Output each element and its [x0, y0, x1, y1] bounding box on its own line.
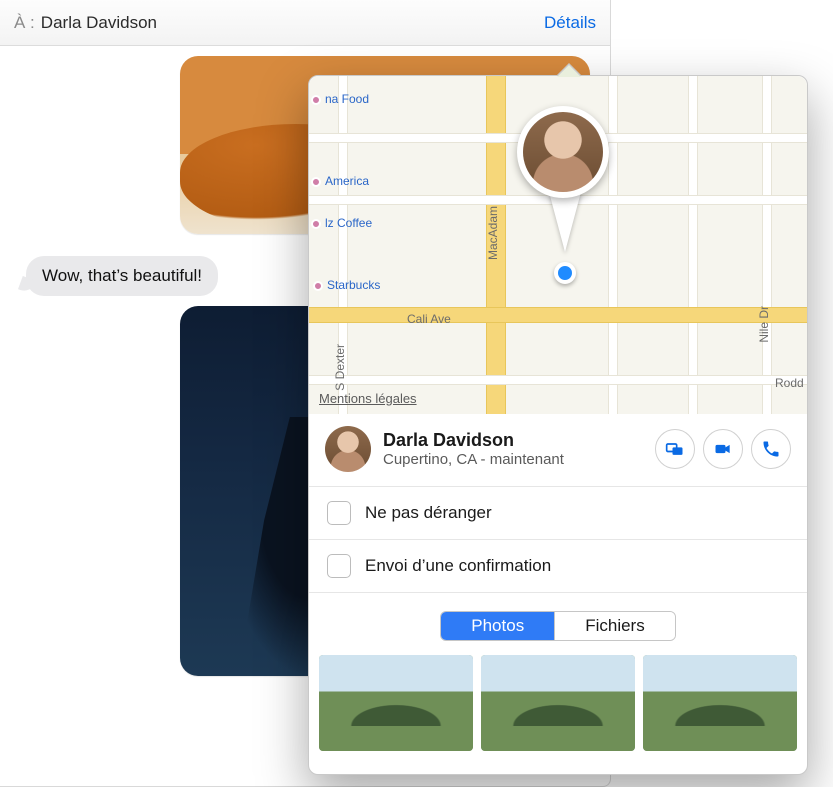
- conversation-header: À : Darla Davidson Détails: [0, 0, 610, 46]
- map-street-rodd: Rodd: [775, 376, 804, 390]
- screens-icon: [665, 439, 685, 459]
- photo-thumb-2[interactable]: [481, 655, 635, 751]
- screen-share-button[interactable]: [655, 429, 695, 469]
- map-poi-food: na Food: [311, 92, 369, 106]
- details-popover: na Food America lz Coffee Starbucks Cali…: [308, 75, 808, 775]
- contact-avatar[interactable]: [325, 426, 371, 472]
- map-poi-america: America: [311, 174, 369, 188]
- read-receipt-option[interactable]: Envoi d’une confirmation: [309, 539, 807, 592]
- received-message[interactable]: Wow, that’s beautiful!: [26, 256, 218, 296]
- map-street-macadamia: MacAdam: [486, 206, 500, 260]
- details-button[interactable]: Détails: [544, 13, 596, 33]
- to-name: Darla Davidson: [41, 13, 157, 33]
- map-poi-coffee: lz Coffee: [311, 216, 372, 230]
- dnd-checkbox[interactable]: [327, 501, 351, 525]
- attachments-tabs-row: Photos Fichiers: [309, 592, 807, 655]
- photo-thumb-3[interactable]: [643, 655, 797, 751]
- video-icon: [713, 439, 733, 459]
- map-street-dexter: S Dexter: [333, 344, 347, 391]
- map-legal-link[interactable]: Mentions légales: [319, 391, 417, 406]
- to-label: À :: [14, 13, 35, 33]
- location-dot-icon: [554, 262, 576, 284]
- phone-icon: [761, 439, 781, 459]
- tab-photos[interactable]: Photos: [441, 612, 554, 640]
- dnd-option[interactable]: Ne pas déranger: [309, 486, 807, 539]
- attachments-segmented-control: Photos Fichiers: [440, 611, 675, 641]
- tab-files[interactable]: Fichiers: [554, 612, 675, 640]
- map-street-nile: Nile Dr: [757, 306, 771, 343]
- photo-thumb-1[interactable]: [319, 655, 473, 751]
- map-contact-pin[interactable]: [517, 106, 613, 198]
- read-receipt-label: Envoi d’une confirmation: [365, 556, 551, 576]
- photo-thumbnails: [309, 655, 807, 761]
- video-call-button[interactable]: [703, 429, 743, 469]
- contact-pin-photo: [523, 112, 603, 192]
- contact-status: Cupertino, CA - maintenant: [383, 451, 643, 468]
- contact-row: Darla Davidson Cupertino, CA - maintenan…: [309, 414, 807, 486]
- map-poi-starbucks: Starbucks: [313, 278, 380, 292]
- audio-call-button[interactable]: [751, 429, 791, 469]
- dnd-label: Ne pas déranger: [365, 503, 492, 523]
- location-map[interactable]: na Food America lz Coffee Starbucks Cali…: [309, 76, 807, 414]
- contact-name: Darla Davidson: [383, 430, 643, 451]
- read-receipt-checkbox[interactable]: [327, 554, 351, 578]
- map-street-cali: Cali Ave: [407, 312, 451, 326]
